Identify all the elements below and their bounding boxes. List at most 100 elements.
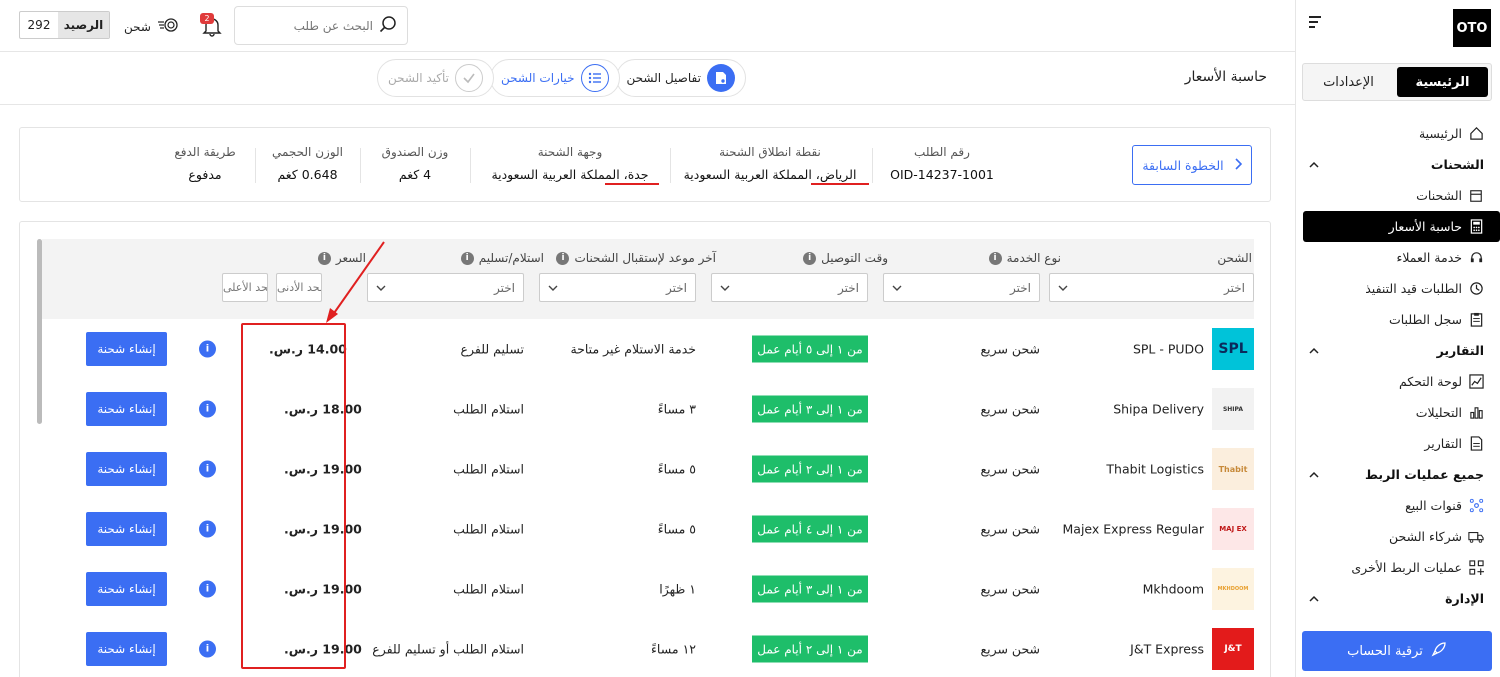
- cutoff-filter-select[interactable]: اختر: [539, 273, 696, 302]
- select-value: اختر: [838, 280, 859, 295]
- info-icon[interactable]: i: [988, 251, 1002, 265]
- sidebar-item-label: الشحنات: [1416, 188, 1462, 203]
- service-type: شحن سريع: [980, 461, 1040, 477]
- table-row: SPL SPL - PUDO شحن سريع من ١ إلى ٥ أيام …: [42, 319, 1254, 379]
- step-shipping-details[interactable]: تفاصيل الشحن: [615, 59, 746, 97]
- sidebar-item-calculator[interactable]: حاسبة الأسعار: [1303, 211, 1500, 242]
- sidebar-tabs: الرئيسية الإعدادات: [1302, 63, 1492, 101]
- service-type: شحن سريع: [980, 521, 1040, 537]
- ship-label: شحن: [124, 19, 151, 34]
- header-label: نوع الخدمة: [1006, 251, 1061, 265]
- create-shipment-button[interactable]: إنشاء شحنة: [86, 452, 167, 486]
- previous-step-button[interactable]: الخطوة السابقة: [1132, 145, 1252, 185]
- price: 19.00 ر.س.: [284, 581, 362, 597]
- header-label: السعر: [335, 251, 366, 265]
- divider: [255, 148, 256, 183]
- info-icon[interactable]: i: [556, 251, 570, 265]
- sidebar-item-log[interactable]: سجل الطلبات: [1295, 304, 1500, 335]
- sidebar-item-reports[interactable]: التقارير: [1295, 428, 1500, 459]
- create-shipment-button[interactable]: إنشاء شحنة: [86, 392, 167, 426]
- divider: [360, 148, 361, 183]
- step-label: تأكيد الشحن: [388, 71, 450, 85]
- divider: [670, 148, 671, 183]
- origin-label: نقطة انطلاق الشحنة: [719, 145, 821, 159]
- create-shipment-button[interactable]: إنشاء شحنة: [86, 572, 167, 606]
- sidebar-item-home[interactable]: الرئيسية: [1295, 118, 1500, 149]
- sidebar-item-dashboard[interactable]: لوحة التحكم: [1295, 366, 1500, 397]
- service-filter-select[interactable]: اختر: [883, 273, 1040, 302]
- oto-logo[interactable]: OTO: [1453, 9, 1491, 47]
- info-icon[interactable]: i: [199, 340, 216, 358]
- sidebar-item-label: التحليلات: [1415, 405, 1462, 420]
- create-shipment-button[interactable]: إنشاء شحنة: [86, 512, 167, 546]
- info-icon[interactable]: i: [199, 580, 216, 598]
- box-weight-label: وزن الصندوق: [381, 145, 449, 159]
- delivery-time-badge: من ١ إلى ٥ أيام عمل: [752, 335, 868, 363]
- info-icon[interactable]: i: [803, 251, 817, 265]
- cutoff-time: ٥ مساءً: [657, 461, 696, 477]
- upgrade-account-button[interactable]: ترقية الحساب: [1302, 631, 1492, 671]
- thabit-logo: Thabit: [1212, 448, 1254, 490]
- annotation-underline: [605, 183, 659, 185]
- chevron-down-icon: [548, 281, 558, 295]
- sidebar-item-partners[interactable]: شركاء الشحن: [1295, 521, 1500, 552]
- step-shipping-options[interactable]: خيارات الشحن: [490, 59, 620, 97]
- create-shipment-button[interactable]: إنشاء شحنة: [86, 632, 167, 666]
- section-integrations[interactable]: جميع عمليات الربط: [1295, 459, 1500, 490]
- delivery-filter-select[interactable]: اختر: [711, 273, 868, 302]
- create-shipment-button[interactable]: إنشاء شحنة: [86, 332, 167, 366]
- search-input[interactable]: [253, 18, 373, 33]
- sidebar-item-support[interactable]: خدمة العملاء: [1295, 242, 1500, 273]
- sidebar-item-analytics[interactable]: التحليلات: [1295, 397, 1500, 428]
- price-max-input[interactable]: الحد الأعلى: [222, 273, 268, 302]
- carrier-filter-select[interactable]: اختر: [1049, 273, 1254, 302]
- section-shipments[interactable]: الشحنات: [1295, 149, 1500, 180]
- clock-icon: [1468, 281, 1484, 297]
- sidebar-item-other[interactable]: عمليات الربط الأخرى: [1295, 552, 1500, 583]
- section-label: الإدارة: [1445, 591, 1484, 606]
- sidebar-item-label: التقارير: [1424, 436, 1462, 451]
- sidebar-item-label: شركاء الشحن: [1389, 529, 1462, 544]
- origin: نقطة انطلاق الشحنة الرياض، المملكة العرب…: [680, 145, 860, 182]
- tab-settings[interactable]: الإعدادات: [1303, 64, 1394, 100]
- sidebar-item-pending[interactable]: الطلبات قيد التنفيذ: [1295, 273, 1500, 304]
- header-carrier: الشحن: [1217, 251, 1252, 265]
- delivery-time-badge: من ١ إلى ٣ أيام عمل: [752, 395, 868, 423]
- info-icon[interactable]: i: [199, 520, 216, 538]
- document-icon: [1468, 436, 1484, 452]
- sidebar-item-label: الطلبات قيد التنفيذ: [1365, 281, 1462, 296]
- cutoff-time: ٣ مساءً: [657, 401, 696, 417]
- chevron-down-icon: [720, 281, 730, 295]
- sidebar-item-shipments[interactable]: الشحنات: [1295, 180, 1500, 211]
- select-value: اختر: [666, 280, 687, 295]
- section-reports[interactable]: التقارير: [1295, 335, 1500, 366]
- balance-widget[interactable]: 292 الرصيد: [19, 11, 110, 39]
- volumetric-weight-label: الوزن الحجمي: [271, 145, 344, 159]
- handover-filter-select[interactable]: اختر: [367, 273, 524, 302]
- menu-toggle-icon[interactable]: [1309, 16, 1323, 30]
- sidebar-item-channels[interactable]: قنوات البيع: [1295, 490, 1500, 521]
- volumetric-weight: الوزن الحجمي 0.648 كغم: [260, 145, 355, 182]
- table-row: Thabit Thabit Logistics شحن سريع من ١ إل…: [42, 439, 1254, 499]
- select-value: اختر: [1224, 280, 1245, 295]
- ship-action[interactable]: شحن: [124, 16, 179, 37]
- cutoff-time: ١ ظهرًا: [659, 581, 696, 597]
- tab-home[interactable]: الرئيسية: [1397, 67, 1488, 97]
- upgrade-label: ترقية الحساب: [1347, 643, 1423, 659]
- chevron-up-icon: [1309, 157, 1319, 172]
- chevron-up-icon: [1309, 591, 1319, 606]
- step-confirm-shipping[interactable]: تأكيد الشحن: [377, 59, 495, 97]
- info-icon[interactable]: i: [460, 251, 474, 265]
- price-min-input[interactable]: الحد الأدنى: [276, 273, 322, 302]
- cutoff-time: خدمة الاستلام غير متاحة: [570, 341, 696, 357]
- info-icon[interactable]: i: [199, 460, 216, 478]
- header-handover: استلام/تسليم i: [460, 251, 544, 265]
- info-icon[interactable]: i: [317, 251, 331, 265]
- section-admin[interactable]: الإدارة: [1295, 583, 1500, 614]
- info-icon[interactable]: i: [199, 640, 216, 658]
- info-icon[interactable]: i: [199, 400, 216, 418]
- payment-method-label: طريقة الدفع: [174, 145, 236, 159]
- chevron-up-icon: [1309, 343, 1319, 358]
- handover-type: استلام الطلب: [453, 461, 524, 477]
- price: 18.00 ر.س.: [284, 401, 362, 417]
